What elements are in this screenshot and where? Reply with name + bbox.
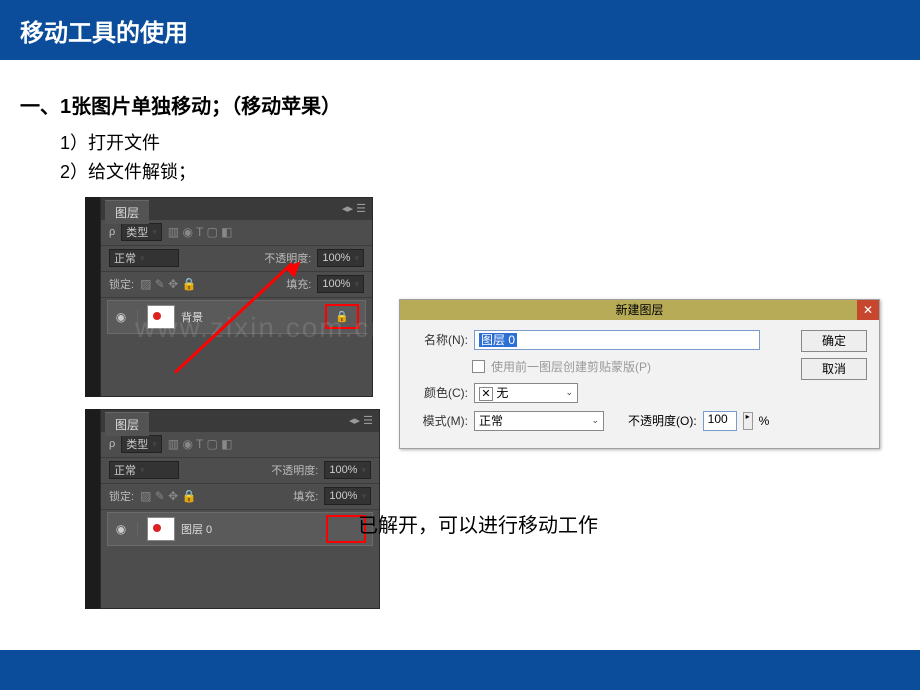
opacity-value[interactable]: 100%▾ xyxy=(324,461,371,479)
filter-icon: ρ xyxy=(109,226,115,238)
cancel-button[interactable]: 取消 xyxy=(801,358,867,380)
slide-content: 一、1张图片单独移动；（移动苹果） 1）打开文件 2）给文件解锁； 图层 ◂▸ … xyxy=(0,60,920,657)
lock-icons[interactable]: ▨ ✎ ✥ 🔒 xyxy=(140,277,196,291)
color-label: 颜色(C): xyxy=(412,384,468,401)
name-input[interactable]: 图层 0 xyxy=(474,330,760,350)
step-2: 2）给文件解锁； xyxy=(60,158,900,187)
filter-type-select[interactable]: 类型 ▾ xyxy=(121,223,162,241)
name-label: 名称(N): xyxy=(412,331,468,348)
slide-title: 移动工具的使用 xyxy=(20,13,188,48)
clip-mask-label: 使用前一图层创建剪贴蒙版(P) xyxy=(491,358,651,375)
percent-label: % xyxy=(759,414,770,428)
visibility-eye-icon[interactable]: ◉ xyxy=(114,522,128,536)
lock-label: 锁定: xyxy=(109,488,134,504)
step-1: 1）打开文件 xyxy=(60,129,900,158)
layer-row-unlocked[interactable]: ◉ 图层 0 xyxy=(107,512,373,546)
dialog-buttons: 确定 取消 xyxy=(801,330,867,380)
lock-label: 锁定: xyxy=(109,276,134,292)
close-icon[interactable]: ✕ xyxy=(857,300,879,320)
dialog-body: 名称(N): 图层 0 使用前一图层创建剪贴蒙版(P) 颜色(C): ✕ 无 ⌄… xyxy=(400,320,879,449)
opacity-label: 不透明度: xyxy=(271,462,318,478)
panel-tabbar: 图层 ◂▸ ☰ xyxy=(101,410,379,432)
bottom-bar xyxy=(0,650,920,690)
dialog-title: 新建图层 xyxy=(615,301,663,318)
fill-label: 填充: xyxy=(286,276,311,292)
dialog-titlebar[interactable]: 新建图层 ✕ xyxy=(400,300,879,320)
visibility-eye-icon[interactable]: ◉ xyxy=(114,310,128,324)
section-title: 一、1张图片单独移动；（移动苹果） xyxy=(20,90,900,119)
fill-label: 填充: xyxy=(293,488,318,504)
panel-menu-icons[interactable]: ◂▸ ☰ xyxy=(349,414,373,427)
layer-name: 图层 0 xyxy=(181,521,320,537)
layer-thumbnail xyxy=(147,517,175,541)
caption-text: 已解开，可以进行移动工作 xyxy=(358,509,598,538)
blend-mode-select[interactable]: 正常 ▾ xyxy=(109,461,179,479)
color-select[interactable]: ✕ 无 ⌄ xyxy=(474,383,578,403)
lock-row: 锁定: ▨ ✎ ✥ 🔒 填充: 100%▾ xyxy=(101,484,379,510)
blend-row: 正常 ▾ 不透明度: 100%▾ xyxy=(101,246,372,272)
layers-panel-locked: 图层 ◂▸ ☰ ρ 类型 ▾ ▥ ◉ T ▢ ◧ 正常 ▾ 不透明度: 100%… xyxy=(100,197,373,397)
mode-label: 模式(M): xyxy=(412,412,468,429)
slide-header: 移动工具的使用 xyxy=(0,0,920,60)
layers-tab[interactable]: 图层 xyxy=(105,200,149,224)
dlg-opacity-input[interactable]: 100 xyxy=(703,411,737,431)
opacity-spinner[interactable]: ▸ xyxy=(743,412,753,430)
screenshots-area: 图层 ◂▸ ☰ ρ 类型 ▾ ▥ ◉ T ▢ ◧ 正常 ▾ 不透明度: 100%… xyxy=(60,197,900,627)
new-layer-dialog: 新建图层 ✕ 名称(N): 图层 0 使用前一图层创建剪贴蒙版(P) 颜色(C)… xyxy=(399,299,880,449)
filter-type-select[interactable]: 类型 ▾ xyxy=(121,435,162,453)
blend-mode-select[interactable]: 正常 ▾ xyxy=(109,249,179,267)
filter-icon: ρ xyxy=(109,438,115,450)
layer-name: 背景 xyxy=(181,309,319,325)
layers-panel-unlocked: 图层 ◂▸ ☰ ρ 类型 ▾ ▥ ◉ T ▢ ◧ 正常 ▾ 不透明度: 100%… xyxy=(100,409,380,609)
clip-mask-checkbox xyxy=(472,360,485,373)
opacity-value[interactable]: 100%▾ xyxy=(317,249,364,267)
filter-icons[interactable]: ▥ ◉ T ▢ ◧ xyxy=(168,437,233,451)
panel-menu-icons[interactable]: ◂▸ ☰ xyxy=(342,202,366,215)
lock-icons[interactable]: ▨ ✎ ✥ 🔒 xyxy=(140,489,196,503)
filter-icons[interactable]: ▥ ◉ T ▢ ◧ xyxy=(168,225,233,239)
fill-value[interactable]: 100%▾ xyxy=(324,487,371,505)
layer-lock-icon[interactable]: 🔒 xyxy=(325,304,359,329)
lock-row: 锁定: ▨ ✎ ✥ 🔒 填充: 100%▾ xyxy=(101,272,372,298)
layer-thumbnail xyxy=(147,305,175,329)
panel-tabbar: 图层 ◂▸ ☰ xyxy=(101,198,372,220)
fill-value[interactable]: 100%▾ xyxy=(317,275,364,293)
dlg-opacity-label: 不透明度(O): xyxy=(628,412,697,429)
layers-tab[interactable]: 图层 xyxy=(105,412,149,436)
blend-row: 正常 ▾ 不透明度: 100%▾ xyxy=(101,458,379,484)
ok-button[interactable]: 确定 xyxy=(801,330,867,352)
step-list: 1）打开文件 2）给文件解锁； xyxy=(60,129,900,187)
mode-select[interactable]: 正常⌄ xyxy=(474,411,604,431)
